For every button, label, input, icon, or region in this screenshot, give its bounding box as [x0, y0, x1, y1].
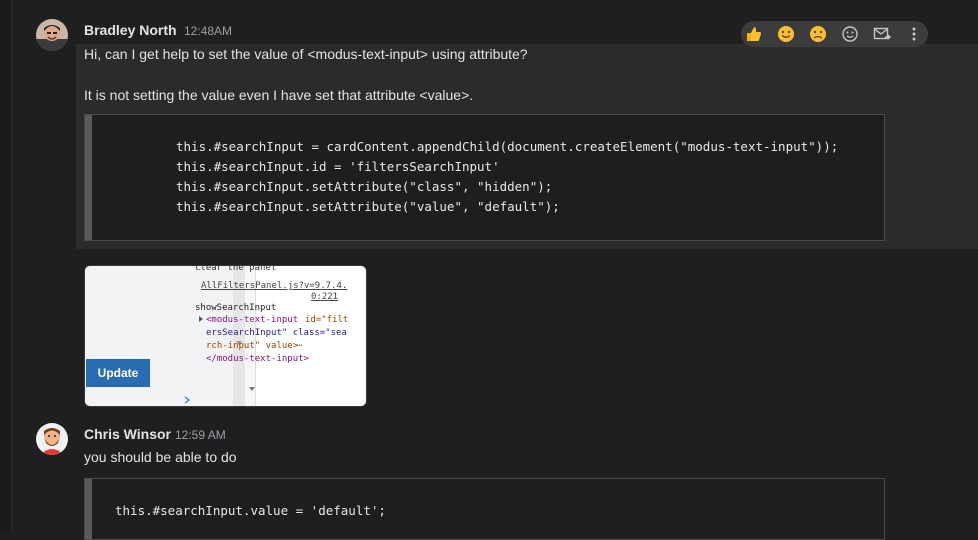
message-time: 12:48AM [184, 24, 233, 38]
add-reaction-icon[interactable] [840, 24, 860, 44]
avatar-chris-winsor[interactable] [36, 423, 68, 455]
update-button: Update [86, 359, 150, 387]
att-line: rch-input" value> [206, 341, 299, 351]
message-actions-toolbar [741, 21, 928, 47]
att-line: ersSearchInput" class="sea [206, 328, 347, 338]
avatar-image [36, 19, 68, 51]
att-tag-close: </modus-text-input> [206, 354, 309, 364]
code-block-bar [85, 115, 92, 240]
image-attachment[interactable]: Update clear the panel AllFiltersPanel.j… [84, 265, 367, 407]
forward-email-icon[interactable] [872, 24, 892, 44]
avatar-image [36, 423, 68, 455]
frown-icon[interactable] [808, 24, 828, 44]
att-label: showSearchInput [195, 303, 277, 313]
author-name[interactable]: Chris Winsor [84, 426, 171, 442]
att-tag-open: <modus-text-input [206, 315, 299, 325]
message-time: 12:59 AM [175, 428, 226, 442]
att-text-clear: clear the panel [195, 265, 277, 273]
code-line: this.#searchInput.setAttribute("class", … [176, 179, 553, 194]
code-line: this.#searchInput.setAttribute("value", … [176, 199, 560, 214]
message-text-line: It is not setting the value even I have … [84, 87, 474, 103]
att-link: AllFiltersPanel.js?v=9.7.4. [201, 281, 348, 291]
scroll-arrow-icon [249, 387, 255, 391]
message-text-line: Hi, can I get help to set the value of <… [84, 46, 528, 62]
expand-triangle-icon [199, 316, 203, 322]
left-rail [0, 0, 12, 532]
att-link-line: 0:221 [311, 292, 339, 302]
thumbs-up-icon[interactable] [744, 24, 764, 44]
code-line: this.#searchInput = cardContent.appendCh… [176, 139, 839, 154]
code-block: this.#searchInput = cardContent.appendCh… [84, 114, 885, 241]
message-text-line: you should be able to do [84, 449, 237, 465]
chevron-right-icon [184, 396, 191, 404]
att-ellipsis: ⋯ [297, 341, 303, 351]
code-block: this.#searchInput.value = 'default'; [84, 478, 885, 540]
author-name[interactable]: Bradley North [84, 22, 177, 38]
more-vert-icon[interactable] [904, 24, 924, 44]
avatar-bradley-north[interactable] [36, 19, 68, 51]
smile-icon[interactable] [776, 24, 796, 44]
code-block-bar [85, 479, 92, 539]
code-line: this.#searchInput.value = 'default'; [115, 503, 386, 518]
att-attr: id="filt [305, 315, 349, 325]
code-line: this.#searchInput.id = 'filtersSearchInp… [176, 159, 500, 174]
